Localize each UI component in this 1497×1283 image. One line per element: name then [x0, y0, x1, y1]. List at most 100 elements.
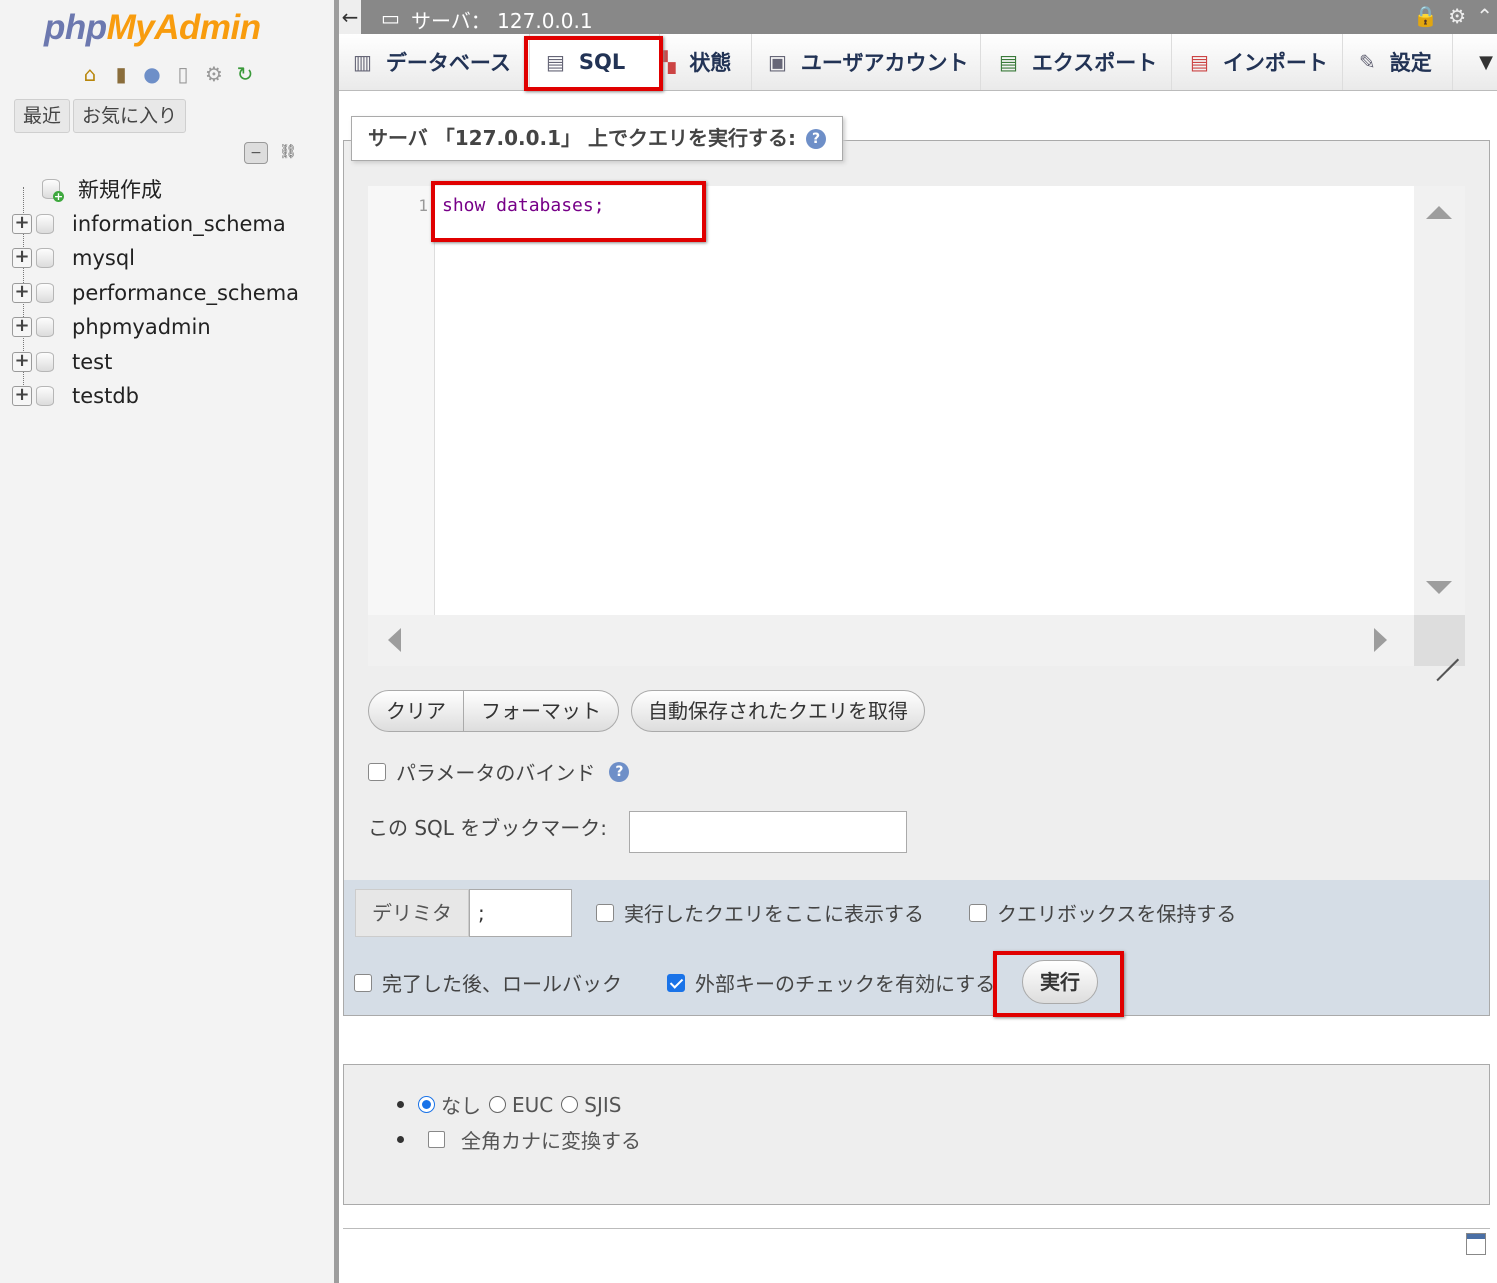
go-button[interactable]: 実行 — [1022, 960, 1098, 1004]
bind-parameters-checkbox[interactable] — [368, 762, 386, 781]
tab-export[interactable]: ▤ エクスポート — [981, 34, 1172, 90]
database-icon: ▥ — [353, 50, 372, 74]
scroll-down-icon[interactable] — [1426, 581, 1452, 594]
database-icon — [36, 317, 54, 338]
rollback-checkbox[interactable] — [354, 973, 372, 992]
tab-user-accounts[interactable]: ▣ ユーザアカウント — [752, 34, 981, 90]
line-gutter: 1 — [368, 186, 435, 615]
expand-icon[interactable]: + — [12, 386, 32, 407]
get-autosaved-query-button[interactable]: 自動保存されたクエリを取得 — [631, 690, 925, 732]
foreign-key-check-label: 外部キーのチェックを有効にする — [695, 972, 996, 996]
help-icon[interactable]: ? — [806, 128, 827, 149]
rollback-option[interactable]: 完了した後、ロールバック — [354, 968, 622, 997]
sql-editor[interactable]: 1 show databases; — [368, 186, 1465, 666]
expand-icon[interactable]: + — [12, 213, 32, 234]
collapse-nav-icon[interactable]: ← — [339, 0, 361, 34]
retain-query-box-checkbox[interactable] — [969, 903, 987, 922]
query-legend-text: サーバ 「127.0.0.1」 上でクエリを実行する: — [368, 126, 797, 150]
tree-item-new[interactable]: 新規作成 — [12, 172, 299, 207]
kana-convert-label: 全角カナに変換する — [461, 1129, 641, 1153]
server-breadcrumb-bar: ← ▭ サーバ： 127.0.0.1 🔒 ⚙ ⌃ — [339, 0, 1497, 34]
expand-icon[interactable]: + — [12, 282, 32, 303]
tab-settings[interactable]: ✎ 設定 — [1343, 34, 1453, 90]
tree-item-database[interactable]: + phpmyadmin — [12, 310, 299, 345]
serverbar-tools: 🔒 ⚙ ⌃ — [1413, 4, 1493, 28]
lock-icon[interactable]: 🔒 — [1413, 4, 1438, 28]
tree-item-label[interactable]: phpmyadmin — [72, 315, 211, 339]
tree-item-database[interactable]: + testdb — [12, 379, 299, 414]
delimiter-label: デリミタ — [355, 889, 469, 937]
bullet — [397, 1101, 404, 1108]
foreign-key-check-option[interactable]: 外部キーのチェックを有効にする — [667, 968, 995, 997]
radio-euc-label: EUC — [512, 1092, 554, 1117]
tree-item-label[interactable]: mysql — [72, 246, 135, 270]
query-legend: サーバ 「127.0.0.1」 上でクエリを実行する: ? — [351, 116, 844, 161]
show-query-option[interactable]: 実行したクエリをここに表示する — [596, 898, 924, 927]
tree-item-database[interactable]: + information_schema — [12, 207, 299, 242]
radio-sjis-label: SJIS — [584, 1092, 622, 1117]
reload-icon[interactable]: ↻ — [233, 62, 257, 86]
expand-icon[interactable]: + — [12, 248, 32, 269]
home-icon[interactable]: ⌂ — [78, 62, 102, 86]
line-number: 1 — [418, 196, 428, 215]
tab-sql[interactable]: ▤ SQL — [530, 34, 660, 90]
foreign-key-check-checkbox[interactable] — [667, 973, 685, 992]
sql-icon: ▤ — [546, 50, 565, 74]
expand-icon[interactable]: + — [12, 317, 32, 338]
tree-item-database[interactable]: + test — [12, 345, 299, 380]
radio-none[interactable] — [418, 1096, 435, 1113]
tab-status[interactable]: ▚ 状態 — [660, 34, 752, 90]
show-query-checkbox[interactable] — [596, 903, 614, 922]
tree-item-label[interactable]: performance_schema — [72, 281, 299, 305]
collapse-top-icon[interactable]: ⌃ — [1476, 4, 1493, 28]
help-icon[interactable]: ● — [140, 62, 164, 86]
delimiter-input[interactable]: ; — [469, 889, 572, 937]
expand-icon[interactable]: + — [12, 351, 32, 372]
tree-item-label[interactable]: information_schema — [72, 212, 286, 236]
settings-icon[interactable]: ⚙ — [202, 62, 226, 86]
collapse-all-icon[interactable]: − — [244, 142, 268, 164]
status-icon: ▚ — [660, 50, 676, 74]
resize-handle[interactable] — [1414, 615, 1465, 666]
scroll-up-icon[interactable] — [1426, 206, 1452, 219]
sql-code[interactable]: show databases; — [442, 195, 605, 216]
bullet — [397, 1136, 404, 1143]
tree-item-database[interactable]: + performance_schema — [12, 276, 299, 311]
more-tabs-icon[interactable]: ▼ — [1479, 52, 1493, 73]
kana-convert-option[interactable]: 全角カナに変換する — [397, 1125, 641, 1154]
tree-item-label[interactable]: test — [72, 350, 112, 374]
scroll-left-icon[interactable] — [388, 628, 401, 652]
exit-icon[interactable]: ▮ — [109, 62, 133, 86]
format-button[interactable]: フォーマット — [463, 690, 619, 732]
retain-query-box-option[interactable]: クエリボックスを保持する — [969, 898, 1236, 927]
tab-import[interactable]: ▤ インポート — [1172, 34, 1343, 90]
vertical-scrollbar[interactable] — [1414, 186, 1465, 615]
radio-euc[interactable] — [489, 1096, 506, 1113]
tree-item-label[interactable]: 新規作成 — [78, 174, 162, 204]
users-icon: ▣ — [768, 50, 787, 74]
tree-item-label[interactable]: testdb — [72, 384, 139, 408]
phpmyadmin-logo[interactable]: phpMyAdmin — [44, 8, 261, 48]
server-title[interactable]: サーバ： 127.0.0.1 — [411, 5, 593, 34]
bind-parameters-option[interactable]: パラメータのバインド ? — [368, 757, 630, 786]
link-icon[interactable]: ⛓ — [276, 142, 300, 164]
page-settings-icon[interactable]: ⚙ — [1448, 4, 1466, 28]
database-icon — [36, 351, 54, 372]
radio-sjis[interactable] — [561, 1096, 579, 1113]
nav-resize-handle[interactable] — [334, 0, 339, 1283]
docs-icon[interactable]: ▯ — [171, 62, 195, 86]
bookmark-input[interactable] — [629, 811, 907, 853]
encoding-radio-group: なし EUC SJIS — [397, 1090, 621, 1119]
tab-databases[interactable]: ▥ データベース — [353, 34, 530, 90]
console-icon[interactable] — [1466, 1233, 1486, 1255]
recent-tab[interactable]: 最近 — [14, 99, 71, 133]
kana-convert-checkbox[interactable] — [428, 1131, 445, 1148]
bookmark-label: この SQL をブックマーク: — [368, 816, 608, 840]
horizontal-scrollbar[interactable] — [368, 615, 1414, 666]
tree-item-database[interactable]: + mysql — [12, 241, 299, 276]
new-database-icon — [42, 179, 64, 203]
help-icon[interactable]: ? — [609, 761, 630, 782]
scroll-right-icon[interactable] — [1374, 628, 1387, 652]
clear-button[interactable]: クリア — [368, 690, 464, 732]
favorites-tab[interactable]: お気に入り — [73, 99, 187, 133]
